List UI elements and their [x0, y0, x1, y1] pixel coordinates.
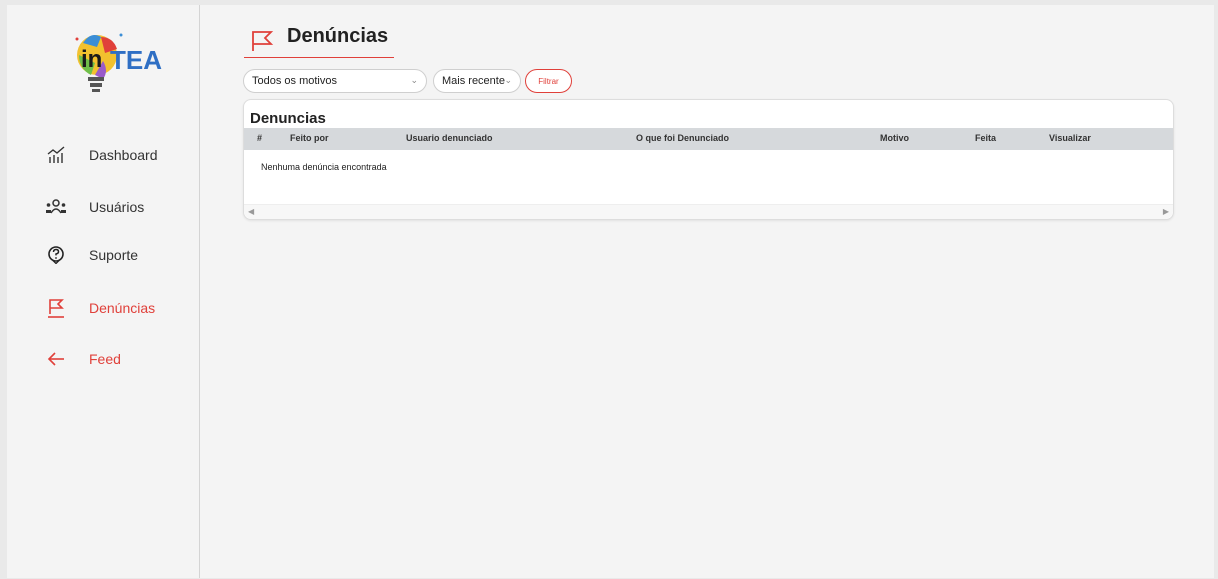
sort-select[interactable]: Mais recente ⌄: [433, 69, 521, 93]
sidebar-item-feed[interactable]: Feed: [7, 342, 198, 376]
sidebar-item-label: Dashboard: [89, 147, 158, 163]
users-icon: [45, 196, 67, 218]
sort-select-value: Mais recente: [442, 75, 505, 87]
sidebar-item-label: Denúncias: [89, 300, 156, 316]
column-header: #: [257, 133, 263, 143]
reason-select[interactable]: Todos os motivos ⌄: [243, 69, 427, 93]
horizontal-scrollbar[interactable]: ◀ ▶: [244, 204, 1173, 219]
column-header: Feito por: [290, 133, 329, 143]
scroll-left-icon[interactable]: ◀: [248, 207, 254, 216]
column-header: Visualizar: [1049, 133, 1091, 143]
page-header: Denúncias: [244, 23, 394, 58]
reports-table-card: Denuncias # Feito por Usuario denunciado…: [243, 99, 1174, 220]
svg-text:TEA: TEA: [110, 45, 162, 75]
page-title: Denúncias: [287, 25, 389, 47]
reason-select-value: Todos os motivos: [252, 75, 337, 87]
table-title: Denuncias: [250, 110, 326, 127]
sidebar-item-usuarios[interactable]: Usuários: [7, 190, 198, 224]
sidebar-item-label: Suporte: [89, 247, 139, 263]
chart-icon: [45, 144, 67, 166]
column-header: Motivo: [880, 133, 909, 143]
scroll-right-icon[interactable]: ▶: [1163, 207, 1169, 216]
column-header: Usuario denunciado: [406, 133, 493, 143]
arrow-left-icon: [45, 348, 67, 370]
column-header: Feita: [975, 133, 997, 143]
column-header: O que foi Denunciado: [636, 133, 730, 143]
intea-logo[interactable]: in TEA: [57, 25, 167, 100]
table-header: # Feito por Usuario denunciado O que foi…: [244, 128, 1173, 150]
sidebar: in TEA Dashboard Usuários Suporte Denúnc…: [7, 5, 200, 578]
empty-table-message: Nenhuma denúncia encontrada: [261, 162, 387, 172]
help-icon: [45, 244, 67, 266]
svg-text:in: in: [81, 46, 102, 73]
chevron-down-icon: ⌄: [410, 75, 418, 85]
sidebar-item-denuncias[interactable]: Denúncias: [7, 291, 198, 325]
sidebar-item-label: Usuários: [89, 199, 145, 215]
filter-button[interactable]: Filtrar: [525, 69, 572, 93]
sidebar-item-label: Feed: [89, 351, 121, 367]
chevron-down-icon: ⌄: [504, 75, 512, 85]
sidebar-item-suporte[interactable]: Suporte: [7, 238, 198, 272]
flag-icon: [249, 29, 275, 56]
sidebar-item-dashboard[interactable]: Dashboard: [7, 138, 198, 172]
app-frame: in TEA Dashboard Usuários Suporte Denúnc…: [7, 5, 1214, 578]
flag-icon: [45, 297, 67, 319]
